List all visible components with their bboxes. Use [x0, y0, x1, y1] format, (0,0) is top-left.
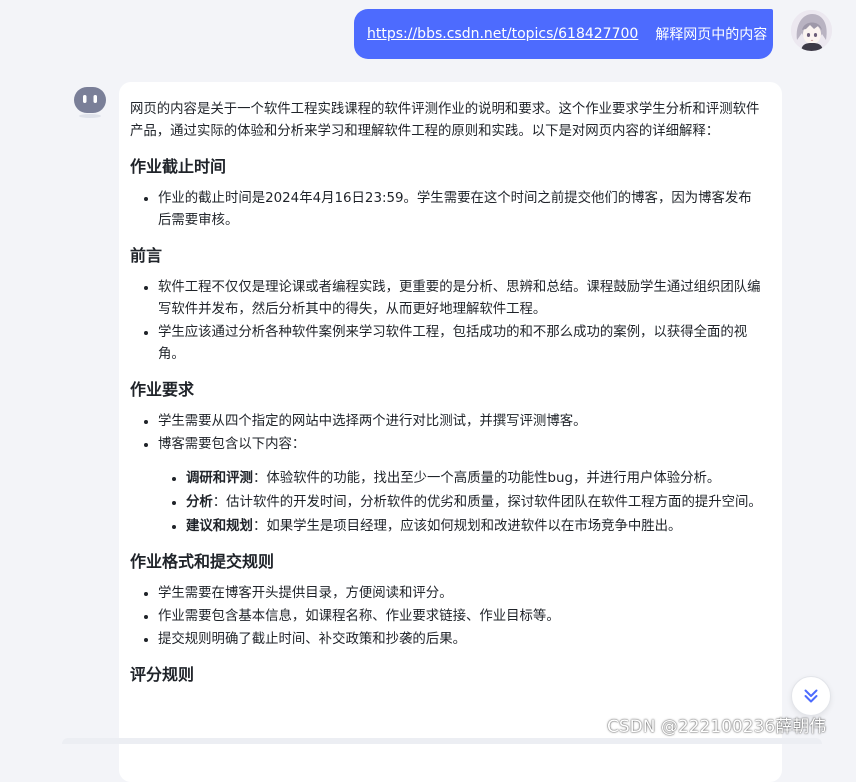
list-item-text: 博客需要包含以下内容：: [158, 437, 306, 452]
section-heading-deadline: 作业截止时间: [130, 157, 227, 176]
list-item: 作业的截止时间是2024年4月16日23:59。学生需要在这个时间之前提交他们的…: [158, 188, 764, 232]
section-heading-grading: 评分规则: [130, 665, 195, 684]
requirements-sublist: 调研和评测：体验软件的功能，找出至少一个高质量的功能性bug，并进行用户体验分析…: [158, 468, 764, 538]
sublist-term: 分析: [186, 495, 213, 510]
sublist-item: 调研和评测：体验软件的功能，找出至少一个高质量的功能性bug，并进行用户体验分析…: [186, 468, 764, 490]
user-message-link[interactable]: https://bbs.csdn.net/topics/618427700: [367, 26, 638, 42]
preface-list: 软件工程不仅仅是理论课或者编程实践，更重要的是分析、思辨和总结。课程鼓励学生通过…: [130, 277, 764, 366]
assistant-answer-card: 网页的内容是关于一个软件工程实践课程的软件评测作业的说明和要求。这个作业要求学生…: [119, 82, 782, 782]
list-item: 作业需要包含基本信息，如课程名称、作业要求链接、作业目标等。: [158, 606, 764, 628]
section-heading-preface: 前言: [130, 246, 163, 265]
sublist-separator: ：: [252, 519, 267, 534]
sublist-text: 估计软件的开发时间，分析软件的优劣和质量，探讨软件团队在软件工程方面的提升空间。: [226, 495, 762, 510]
answer-intro: 网页的内容是关于一个软件工程实践课程的软件评测作业的说明和要求。这个作业要求学生…: [130, 102, 760, 139]
sublist-term: 建议和规划: [186, 519, 253, 534]
list-item: 学生需要从四个指定的网站中选择两个进行对比测试，并撰写评测博客。: [158, 411, 764, 433]
list-item: 软件工程不仅仅是理论课或者编程实践，更重要的是分析、思辨和总结。课程鼓励学生通过…: [158, 277, 764, 321]
input-area-edge: [62, 738, 822, 744]
section-heading-requirements: 作业要求: [130, 380, 195, 399]
user-message-bubble: https://bbs.csdn.net/topics/618427700 解释…: [354, 9, 773, 59]
format-list: 学生需要在博客开头提供目录，方便阅读和评分。 作业需要包含基本信息，如课程名称、…: [130, 583, 764, 651]
sublist-separator: ：: [252, 471, 267, 486]
watermark: CSDN @222100236薛朝伟: [607, 717, 827, 737]
user-message-row: https://bbs.csdn.net/topics/618427700 解释…: [354, 8, 832, 59]
section-heading-format: 作业格式和提交规则: [130, 552, 275, 571]
deadline-list: 作业的截止时间是2024年4月16日23:59。学生需要在这个时间之前提交他们的…: [130, 188, 764, 232]
sublist-term: 调研和评测: [186, 471, 253, 486]
sublist-text: 体验软件的功能，找出至少一个高质量的功能性bug，并进行用户体验分析。: [266, 471, 721, 486]
requirements-list: 学生需要从四个指定的网站中选择两个进行对比测试，并撰写评测博客。 博客需要包含以…: [130, 411, 764, 538]
sublist-item: 建议和规划：如果学生是项目经理，应该如何规划和改进软件以在市场竞争中胜出。: [186, 516, 764, 538]
list-item: 学生需要在博客开头提供目录，方便阅读和评分。: [158, 583, 764, 605]
sublist-separator: ：: [212, 495, 227, 510]
user-message-text: 解释网页中的内容: [655, 27, 768, 43]
sublist-text: 如果学生是项目经理，应该如何规划和改进软件以在市场竞争中胜出。: [266, 519, 682, 534]
sublist-item: 分析：估计软件的开发时间，分析软件的优劣和质量，探讨软件团队在软件工程方面的提升…: [186, 492, 764, 514]
list-item: 提交规则明确了截止时间、补交政策和抄袭的后果。: [158, 629, 764, 651]
list-item: 学生应该通过分析各种软件案例来学习软件工程，包括成功的和不那么成功的案例，以获得…: [158, 322, 764, 366]
double-chevron-down-icon: [804, 689, 818, 703]
robot-face-icon: [73, 85, 107, 119]
scroll-to-bottom-button[interactable]: [791, 676, 831, 716]
list-item: 博客需要包含以下内容： 调研和评测：体验软件的功能，找出至少一个高质量的功能性b…: [158, 434, 764, 538]
anime-avatar-icon[interactable]: [791, 10, 832, 51]
